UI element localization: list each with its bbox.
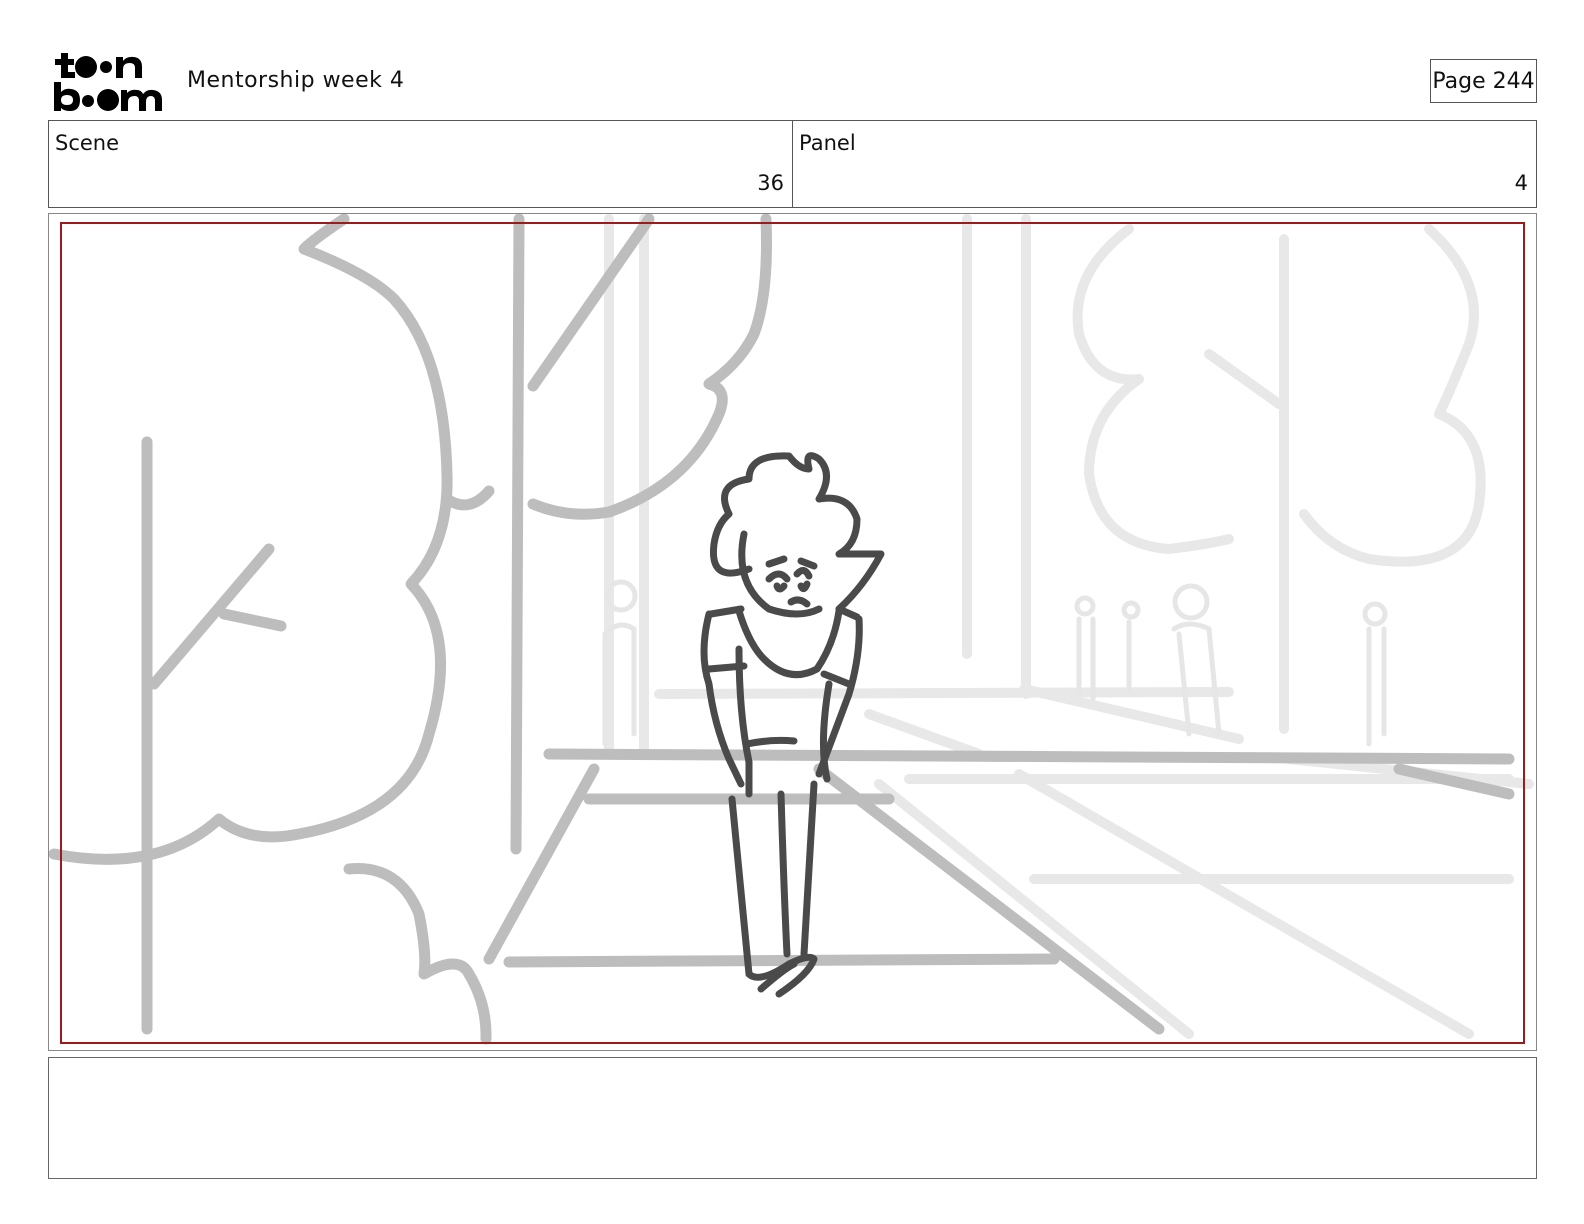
- panel-notes[interactable]: [48, 1057, 1537, 1179]
- panel-value: 4: [1514, 171, 1528, 195]
- background-figures: [602, 579, 1388, 747]
- panel-cell: Panel 4: [792, 121, 1536, 207]
- project-title: Mentorship week 4: [187, 68, 405, 93]
- scene-label: Scene: [55, 131, 120, 155]
- storyboard-sketch: [49, 214, 1534, 1045]
- page-number: Page 244: [1430, 59, 1537, 103]
- scene-cell: Scene 36: [49, 121, 792, 207]
- storyboard-frame: [48, 213, 1537, 1051]
- toon-boom-logo: [54, 53, 162, 111]
- panel-label: Panel: [799, 131, 856, 155]
- scene-panel-info: Scene 36 Panel 4: [48, 120, 1537, 208]
- character-sketch: [700, 452, 885, 998]
- background-layer-mid: [49, 214, 1515, 1045]
- scene-value: 36: [757, 171, 784, 195]
